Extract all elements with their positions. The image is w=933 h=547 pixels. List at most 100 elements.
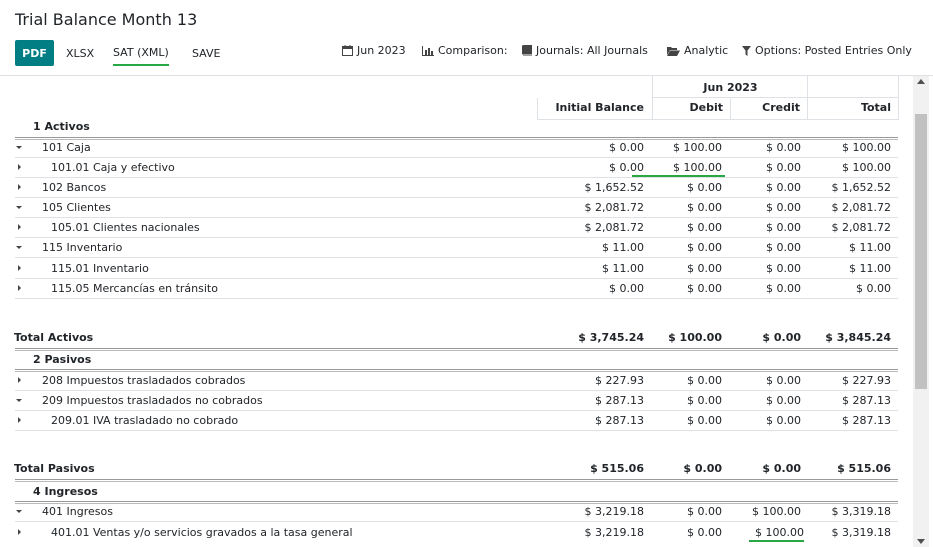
credit-value: $ 0.00 — [762, 462, 801, 475]
account-row[interactable]: 101.01 Caja y efectivo $ 0.00 $ 100.00 $… — [15, 158, 898, 178]
caret-right-icon[interactable] — [14, 415, 24, 425]
debit-value: $ 0.00 — [687, 282, 722, 295]
initial-balance-value: $ 3,219.18 — [584, 505, 644, 518]
total-value: $ 11.00 — [849, 262, 891, 275]
account-row[interactable]: 105 Clientes $ 2,081.72 $ 0.00 $ 0.00 $ … — [15, 198, 898, 218]
scrollbar-thumb[interactable] — [915, 114, 927, 389]
caret-right-icon[interactable] — [14, 182, 24, 192]
pdf-button[interactable]: PDF — [15, 40, 54, 66]
caret-down-icon[interactable] — [14, 202, 24, 212]
debit-value: $ 100.00 — [673, 141, 722, 154]
total-value: $ 0.00 — [856, 282, 891, 295]
initial-balance-value: $ 2,081.72 — [584, 201, 644, 214]
total-value: $ 227.93 — [842, 374, 891, 387]
report-table: Jun 2023 Initial Balance Debit Credit To… — [0, 76, 913, 547]
credit-value: $ 0.00 — [766, 374, 801, 387]
total-value: $ 2,081.72 — [831, 201, 891, 214]
credit-value: $ 0.00 — [762, 331, 801, 344]
credit-value: $ 0.00 — [766, 241, 801, 254]
options-filter[interactable]: Options: Posted Entries Only — [742, 44, 912, 57]
total-value: $ 287.13 — [842, 394, 891, 407]
period-header: Jun 2023 — [703, 81, 758, 94]
account-row[interactable]: 115 Inventario $ 11.00 $ 0.00 $ 0.00 $ 1… — [15, 238, 898, 258]
total-value: $ 11.00 — [849, 241, 891, 254]
comparison-filter[interactable]: Comparison: — [422, 44, 508, 57]
debit-value: $ 0.00 — [687, 241, 722, 254]
total-row: Total Pasivos $ 515.06 $ 0.00 $ 0.00 $ 5… — [14, 459, 897, 479]
account-label: 209 Impuestos trasladados no cobrados — [42, 394, 263, 407]
caret-right-icon[interactable] — [14, 283, 24, 293]
scroll-down-icon[interactable] — [917, 539, 925, 544]
date-filter[interactable]: Jun 2023 — [342, 44, 406, 57]
debit-value: $ 0.00 — [687, 414, 722, 427]
account-label: 101.01 Caja y efectivo — [51, 161, 175, 174]
debit-value: $ 0.00 — [687, 526, 722, 539]
account-row[interactable]: 115.01 Inventario $ 11.00 $ 0.00 $ 0.00 … — [15, 259, 898, 279]
credit-value: $ 0.00 — [766, 262, 801, 275]
options-filter-label: Options: Posted Entries Only — [755, 44, 912, 57]
caret-right-icon[interactable] — [14, 263, 24, 273]
caret-right-icon[interactable] — [14, 527, 24, 537]
initial-balance-value: $ 0.00 — [609, 141, 644, 154]
account-row[interactable]: 401 Ingresos $ 3,219.18 $ 0.00 $ 100.00 … — [15, 502, 898, 522]
section-row: 4 Ingresos — [15, 482, 898, 502]
caret-down-icon[interactable] — [14, 142, 24, 152]
account-row[interactable]: 102 Bancos $ 1,652.52 $ 0.00 $ 0.00 $ 1,… — [15, 178, 898, 198]
section-row: 1 Activos — [15, 117, 898, 137]
xlsx-button[interactable]: XLSX — [66, 40, 94, 66]
initial-balance-value: $ 0.00 — [609, 161, 644, 174]
save-button[interactable]: SAVE — [192, 40, 220, 66]
debit-value: $ 0.00 — [687, 221, 722, 234]
initial-balance-value: $ 287.13 — [595, 394, 644, 407]
credit-value: $ 0.00 — [766, 394, 801, 407]
debit-value: $ 0.00 — [687, 181, 722, 194]
caret-right-icon[interactable] — [14, 222, 24, 232]
debit-value: $ 100.00 — [668, 331, 722, 344]
credit-value[interactable]: $ 100.00 — [749, 526, 804, 542]
account-row[interactable]: 209 Impuestos trasladados no cobrados $ … — [15, 391, 898, 411]
vertical-scrollbar[interactable] — [913, 76, 929, 547]
page-title: Trial Balance Month 13 — [15, 10, 198, 29]
credit-value: $ 0.00 — [766, 282, 801, 295]
total-value: $ 3,845.24 — [825, 331, 891, 344]
credit-value: $ 0.00 — [766, 201, 801, 214]
caret-right-icon[interactable] — [14, 162, 24, 172]
caret-down-icon[interactable] — [14, 242, 24, 252]
account-row[interactable]: 101 Caja $ 0.00 $ 100.00 $ 0.00 $ 100.00 — [15, 138, 898, 158]
analytic-filter-label: Analytic — [684, 44, 729, 57]
account-row[interactable]: 115.05 Mercancías en tránsito $ 0.00 $ 0… — [15, 279, 898, 299]
calendar-icon — [342, 45, 353, 56]
credit-value: $ 0.00 — [766, 414, 801, 427]
debit-value: $ 0.00 — [687, 262, 722, 275]
account-label: 208 Impuestos trasladados cobrados — [42, 374, 246, 387]
credit-value: $ 100.00 — [752, 505, 801, 518]
initial-balance-value: $ 3,219.18 — [584, 526, 644, 539]
initial-balance-header: Initial Balance — [555, 101, 644, 114]
account-row[interactable]: 105.01 Clientes nacionales $ 2,081.72 $ … — [15, 218, 898, 238]
account-row[interactable]: 209.01 IVA trasladado no cobrado $ 287.1… — [15, 411, 898, 431]
caret-right-icon[interactable] — [14, 375, 24, 385]
initial-balance-value: $ 515.06 — [590, 462, 644, 475]
total-value: $ 3,319.18 — [831, 505, 891, 518]
account-label: 115 Inventario — [42, 241, 123, 254]
account-row[interactable]: 401.01 Ventas y/o servicios gravados a l… — [15, 523, 898, 543]
report-header: Trial Balance Month 13 PDF XLSX SAT (XML… — [0, 0, 933, 76]
total-row: Total Activos $ 3,745.24 $ 100.00 $ 0.00… — [14, 328, 897, 348]
caret-down-icon[interactable] — [14, 395, 24, 405]
account-label: 102 Bancos — [42, 181, 107, 194]
journals-filter[interactable]: Journals: All Journals — [522, 44, 648, 57]
analytic-filter[interactable]: Analytic — [667, 44, 728, 57]
filter-icon — [742, 45, 751, 56]
caret-down-icon[interactable] — [14, 506, 24, 516]
debit-header: Debit — [689, 101, 724, 114]
total-value: $ 287.13 — [842, 414, 891, 427]
book-icon — [522, 45, 532, 56]
debit-value: $ 0.00 — [687, 201, 722, 214]
account-label: 101 Caja — [42, 141, 91, 154]
sat-xml-button[interactable]: SAT (XML) — [113, 40, 169, 66]
scroll-up-icon[interactable] — [917, 79, 925, 84]
total-value: $ 3,319.18 — [831, 526, 891, 539]
account-label: 115.01 Inventario — [51, 262, 149, 275]
account-row[interactable]: 208 Impuestos trasladados cobrados $ 227… — [15, 371, 898, 391]
debit-value: $ 0.00 — [683, 462, 722, 475]
